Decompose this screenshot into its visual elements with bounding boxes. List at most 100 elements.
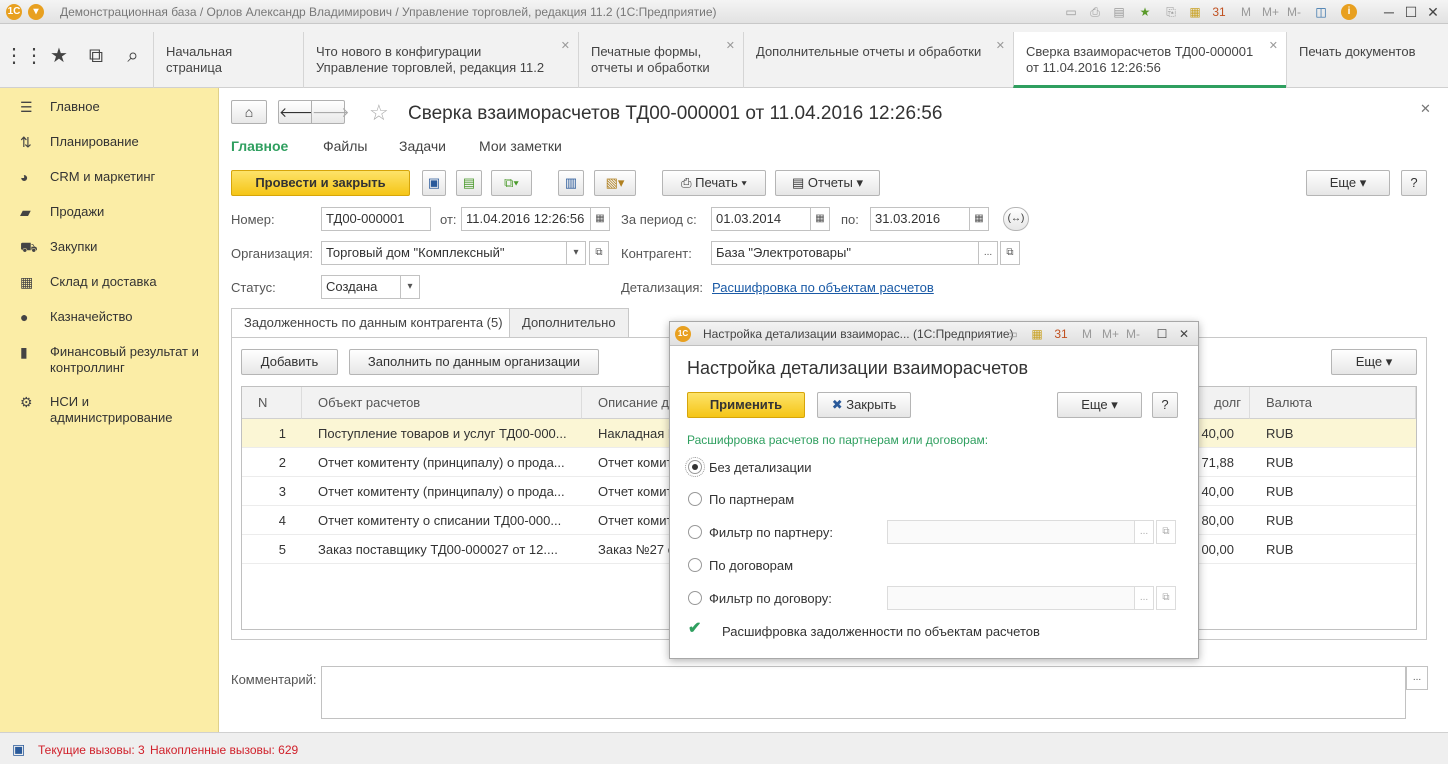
create-based-on-button[interactable]: ⧉▾ (491, 170, 532, 196)
sidebar-item-warehouse[interactable]: ▦ Склад и доставка (0, 274, 219, 290)
link-icon[interactable]: ▭ (1063, 4, 1079, 20)
dialog-help-button[interactable]: ? (1152, 392, 1178, 418)
status-field[interactable]: Создана (321, 275, 401, 299)
tab-print-documents[interactable]: Печать документов (1286, 32, 1448, 88)
reports-button[interactable]: ▤ Отчеты ▾ (775, 170, 880, 196)
memory-mplus-icon[interactable]: M+ (1262, 4, 1279, 20)
sidebar-item-sales[interactable]: ▰ Продажи (0, 204, 219, 220)
select-icon[interactable]: ... (978, 241, 998, 265)
checkbox-label[interactable]: Расшифровка задолженности по объектам ра… (722, 624, 1040, 639)
sidebar-item-purchases[interactable]: ⛟ Закупки (0, 239, 219, 255)
col-currency[interactable]: Валюта (1250, 387, 1416, 419)
apps-grid-icon[interactable]: ⋮⋮ (4, 38, 44, 74)
post-and-close-button[interactable]: Провести и закрыть (231, 170, 410, 196)
calendar-icon[interactable]: 31 (1211, 4, 1227, 20)
preview-icon[interactable]: ▤ (1111, 4, 1127, 20)
radio-label[interactable]: Фильтр по договору: (709, 591, 832, 606)
panels-icon[interactable]: ◫ (1313, 4, 1329, 20)
radio-by-contracts[interactable] (688, 558, 702, 572)
tab-debt[interactable]: Задолженность по данным контрагента (5) (231, 308, 516, 338)
attachments-button[interactable]: ▧▾ (594, 170, 636, 196)
history-icon[interactable]: ⎘ (1163, 4, 1179, 20)
dropdown-icon[interactable]: ▾ (400, 275, 420, 299)
add-button[interactable]: Добавить (241, 349, 338, 375)
radio-label[interactable]: По договорам (709, 558, 793, 573)
sidebar-item-finance[interactable]: ▮ Финансовый результат и контроллинг (0, 344, 219, 376)
maximize-button[interactable]: ☐ (1400, 2, 1422, 22)
calculator-icon[interactable]: ▦ (1029, 326, 1045, 342)
period-to-field[interactable]: 31.03.2016 (870, 207, 970, 231)
radio-by-partners[interactable] (688, 492, 702, 506)
close-window-button[interactable]: ✕ (1422, 2, 1444, 22)
print-button[interactable]: ⎙ Печать ▾ (662, 170, 766, 196)
main-menu-icon[interactable]: ▾ (28, 4, 44, 20)
document-structure-button[interactable]: ▥ (558, 170, 584, 196)
open-icon[interactable]: ⧉ (1156, 586, 1176, 610)
sidebar-item-admin[interactable]: ⚙ НСИ и администрирование (0, 394, 219, 426)
server-calls-icon[interactable]: ▣ (12, 741, 25, 758)
period-select-button[interactable]: (↔) (1003, 207, 1029, 231)
calendar-picker-icon[interactable]: ▦ (969, 207, 989, 231)
favorites-icon[interactable]: ★ (41, 38, 77, 74)
post-button[interactable]: ▤ (456, 170, 482, 196)
tab-whats-new[interactable]: Что нового в конфигурации Управление тор… (303, 32, 578, 88)
period-from-field[interactable]: 01.03.2014 (711, 207, 811, 231)
memory-m-icon[interactable]: M (1238, 4, 1254, 20)
open-icon[interactable]: ⧉ (1000, 241, 1020, 265)
partner-filter-field[interactable] (887, 520, 1135, 544)
col-object[interactable]: Объект расчетов (302, 387, 582, 419)
menu-tasks[interactable]: Задачи (399, 138, 446, 154)
history-icon[interactable]: ⧉ (78, 38, 114, 74)
maximize-dialog-icon[interactable]: ☐ (1154, 326, 1170, 342)
calendar-picker-icon[interactable]: ▦ (810, 207, 830, 231)
radio-partner-filter[interactable] (688, 525, 702, 539)
more-button[interactable]: Еще ▾ (1306, 170, 1390, 196)
sidebar-item-main[interactable]: ☰ Главное (0, 99, 219, 115)
close-tab-icon[interactable]: ✕ (726, 38, 735, 54)
memory-mminus-icon[interactable]: M- (1125, 326, 1141, 342)
sidebar-item-treasury[interactable]: ● Казначейство (0, 309, 219, 325)
select-icon[interactable]: ... (1134, 520, 1154, 544)
tab-reconciliation[interactable]: Сверка взаиморасчетов ТД00-000001 от 11.… (1013, 32, 1286, 88)
fill-by-org-button[interactable]: Заполнить по данным организации (349, 349, 599, 375)
radio-label[interactable]: По партнерам (709, 492, 794, 507)
menu-files[interactable]: Файлы (323, 138, 367, 154)
select-icon[interactable]: ... (1134, 586, 1154, 610)
apply-button[interactable]: Применить (687, 392, 805, 418)
sidebar-item-crm[interactable]: ◕ CRM и маркетинг (0, 169, 219, 185)
radio-label[interactable]: Без детализации (709, 460, 811, 475)
calendar-picker-icon[interactable]: ▦ (590, 207, 610, 231)
calculator-icon[interactable]: ▦ (1187, 4, 1203, 20)
radio-no-detail[interactable] (685, 457, 705, 477)
forward-button[interactable]: 🡒 (311, 100, 350, 124)
tab-additional-reports[interactable]: Дополнительные отчеты и обработки ✕ (743, 32, 1013, 88)
favorites-add-icon[interactable]: ★ (1137, 4, 1153, 20)
dialog-close-button[interactable]: ✖ Закрыть (817, 392, 911, 418)
memory-mplus-icon[interactable]: M+ (1102, 326, 1119, 342)
close-tab-icon[interactable]: ✕ (996, 38, 1005, 54)
comment-edit-icon[interactable]: ... (1406, 666, 1428, 690)
dialog-more-button[interactable]: Еще ▾ (1057, 392, 1142, 418)
home-button[interactable]: ⌂ (231, 100, 267, 124)
calendar-icon[interactable]: 31 (1053, 326, 1069, 342)
close-dialog-icon[interactable]: ✕ (1176, 326, 1192, 342)
info-icon[interactable]: i (1341, 4, 1357, 20)
menu-notes[interactable]: Мои заметки (479, 138, 562, 154)
table-more-button[interactable]: Еще ▾ (1331, 349, 1417, 375)
memory-m-icon[interactable]: M (1079, 326, 1095, 342)
open-icon[interactable]: ⧉ (589, 241, 609, 265)
tab-home[interactable]: Начальная страница (153, 32, 303, 88)
col-n[interactable]: N (242, 387, 302, 419)
organization-field[interactable]: Торговый дом "Комплексный" (321, 241, 567, 265)
contract-filter-field[interactable] (887, 586, 1135, 610)
dropdown-icon[interactable]: ▾ (566, 241, 586, 265)
sidebar-item-planning[interactable]: ⇅ Планирование (0, 134, 219, 150)
print-icon[interactable]: ⎙ (1087, 4, 1103, 20)
radio-contract-filter[interactable] (688, 591, 702, 605)
contractor-field[interactable]: База "Электротовары" (711, 241, 979, 265)
checkbox-debt-objects[interactable]: ✔ (688, 621, 704, 637)
close-form-icon[interactable]: ✕ (1420, 101, 1431, 117)
favorite-star-icon[interactable]: ☆ (369, 100, 389, 126)
radio-label[interactable]: Фильтр по партнеру: (709, 525, 833, 540)
back-button[interactable]: 🡐 (278, 100, 317, 124)
